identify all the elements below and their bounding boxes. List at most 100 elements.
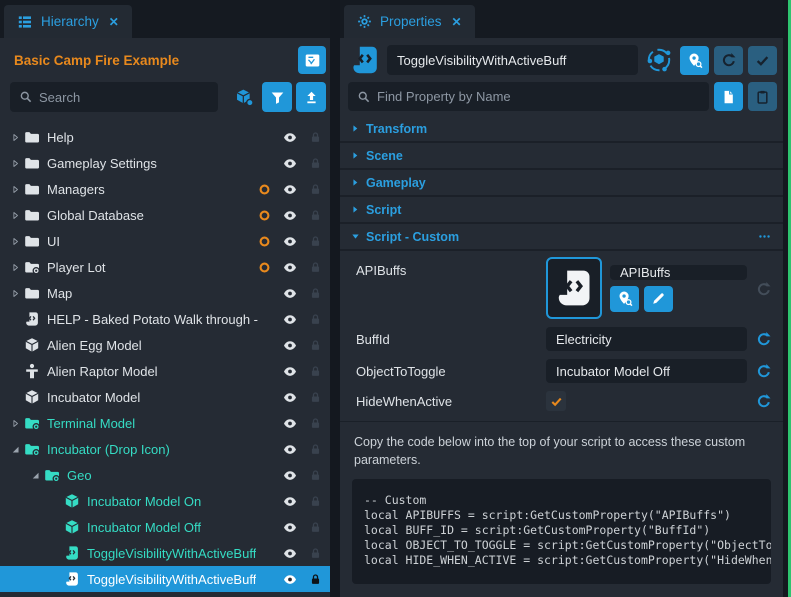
expand-arrow[interactable] [8,262,23,273]
expand-arrow[interactable] [8,418,23,429]
tree-row[interactable]: Geo [0,462,330,488]
tree-row[interactable]: HELP - Baked Potato Walk through - RI [0,306,330,332]
tree-row[interactable]: UI [0,228,330,254]
asset-thumbnail[interactable] [546,257,602,319]
expand-arrow[interactable] [8,444,23,455]
tree-row[interactable]: Terminal Model [0,410,330,436]
section-header-transform[interactable]: Transform [340,116,783,143]
visibility-eye-icon[interactable] [281,208,299,223]
tree-row[interactable]: ToggleVisibilityWithActiveBuff [0,566,330,592]
visibility-eye-icon[interactable] [281,286,299,301]
tree-row[interactable]: Incubator Model Off [0,514,330,540]
visibility-eye-icon[interactable] [281,572,299,587]
find-asset-button[interactable] [610,286,639,312]
expand-arrow[interactable] [8,158,23,169]
confirm-name-button[interactable] [748,46,777,75]
lock-icon[interactable] [309,130,322,145]
lock-icon[interactable] [309,182,322,197]
reset-param-button[interactable] [753,281,775,297]
tree-row[interactable]: Gameplay Settings [0,150,330,176]
tree-row[interactable]: Managers [0,176,330,202]
row-indicators [258,208,322,223]
tree-row[interactable]: Incubator (Drop Icon) [0,436,330,462]
revert-name-button[interactable] [714,46,743,75]
tree-row[interactable]: Player Lot [0,254,330,280]
visibility-eye-icon[interactable] [281,312,299,327]
visibility-eye-icon[interactable] [281,260,299,275]
lock-icon[interactable] [309,338,322,353]
visibility-eye-icon[interactable] [281,416,299,431]
expand-arrow[interactable] [8,210,23,221]
section-header-script-custom[interactable]: Script - Custom [340,224,783,251]
paste-properties-button[interactable] [748,82,777,111]
lock-icon[interactable] [309,520,322,535]
object-name-input[interactable] [387,45,638,75]
lock-icon[interactable] [309,468,322,483]
copy-properties-button[interactable] [714,82,743,111]
visibility-eye-icon[interactable] [281,182,299,197]
filter-button[interactable] [262,82,292,112]
visibility-eye-icon[interactable] [281,130,299,145]
visibility-eye-icon[interactable] [281,494,299,509]
visibility-eye-icon[interactable] [281,442,299,457]
tab-properties[interactable]: Properties ✕ [344,5,475,38]
lock-icon[interactable] [309,234,322,249]
section-menu-ellipsis-icon[interactable] [756,230,773,243]
tree-row[interactable]: Incubator Model [0,384,330,410]
lock-icon[interactable] [309,442,322,457]
tree-row[interactable]: Global Database [0,202,330,228]
lock-icon[interactable] [309,494,322,509]
tab-hierarchy[interactable]: Hierarchy ✕ [4,5,132,38]
close-icon[interactable]: ✕ [109,15,119,29]
reset-param-button[interactable] [753,331,775,347]
lock-icon[interactable] [309,416,322,431]
visibility-eye-icon[interactable] [281,338,299,353]
expand-arrow[interactable] [8,288,23,299]
asset-name-field[interactable] [610,265,747,280]
lock-icon[interactable] [309,364,322,379]
tree-row[interactable]: Map [0,280,330,306]
visibility-eye-icon[interactable] [281,156,299,171]
objecttotoggle-field[interactable] [546,359,747,383]
visibility-eye-icon[interactable] [281,546,299,561]
reset-param-button[interactable] [753,363,775,379]
lock-icon[interactable] [309,208,322,223]
buffid-field[interactable] [546,327,747,351]
lock-icon[interactable] [309,572,322,587]
export-button[interactable] [296,82,326,112]
lock-icon[interactable] [309,286,322,301]
param-row-hidewhenactive: HideWhenActive [340,387,783,415]
tree-item-label: Help [47,130,74,145]
visibility-eye-icon[interactable] [281,234,299,249]
expand-arrow[interactable] [8,236,23,247]
visibility-eye-icon[interactable] [281,468,299,483]
section-header-gameplay[interactable]: Gameplay [340,170,783,197]
script-icon [63,571,81,587]
visibility-eye-icon[interactable] [281,520,299,535]
lock-icon[interactable] [309,156,322,171]
lock-icon[interactable] [309,546,322,561]
tree-row[interactable]: Help [0,124,330,150]
section-header-script[interactable]: Script [340,197,783,224]
find-property-input[interactable] [377,89,709,104]
hidewhenactive-checkbox[interactable] [546,391,566,411]
hierarchy-search-input[interactable] [39,90,218,105]
tree-row[interactable]: Incubator Model On [0,488,330,514]
section-header-scene[interactable]: Scene [340,143,783,170]
tree-row[interactable]: Alien Egg Model [0,332,330,358]
lock-icon[interactable] [309,312,322,327]
lock-icon[interactable] [309,390,322,405]
level-board-button[interactable] [298,46,326,74]
find-in-scene-button[interactable] [680,46,709,75]
reset-param-button[interactable] [753,393,775,409]
close-icon[interactable]: ✕ [452,15,462,29]
visibility-eye-icon[interactable] [281,390,299,405]
tree-row[interactable]: Alien Raptor Model [0,358,330,384]
expand-arrow[interactable] [8,132,23,143]
edit-asset-button[interactable] [644,286,673,312]
lock-icon[interactable] [309,260,322,275]
expand-arrow[interactable] [8,184,23,195]
expand-arrow[interactable] [28,470,43,481]
tree-row[interactable]: ToggleVisibilityWithActiveBuff [0,540,330,566]
visibility-eye-icon[interactable] [281,364,299,379]
